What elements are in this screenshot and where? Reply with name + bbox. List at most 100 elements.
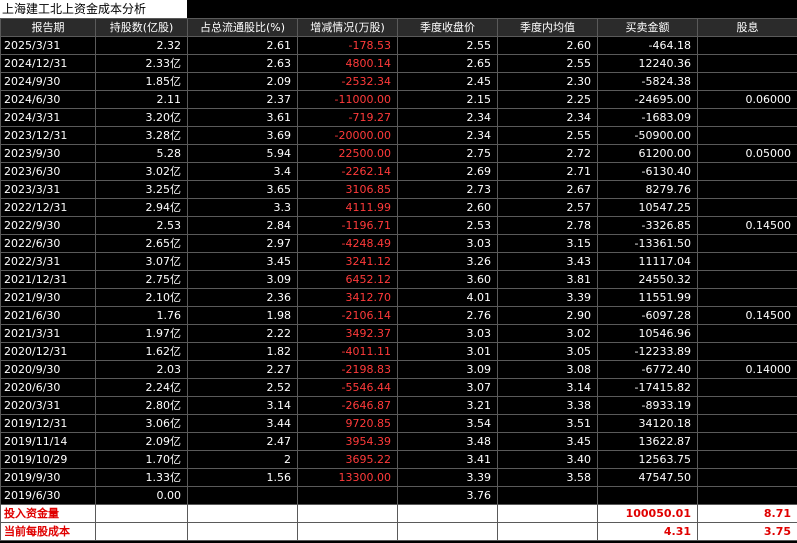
report-date-cell[interactable]: 2019/10/29 (0, 450, 96, 469)
amount-cell[interactable]: -464.18 (597, 36, 698, 55)
close-price-cell[interactable]: 3.60 (397, 270, 498, 289)
ratio-cell[interactable]: 2.22 (187, 324, 298, 343)
ratio-cell[interactable]: 3.65 (187, 180, 298, 199)
amount-cell[interactable]: -13361.50 (597, 234, 698, 253)
column-header[interactable]: 占总流通股比(%) (187, 18, 298, 37)
avg-price-cell[interactable]: 2.25 (497, 90, 598, 109)
dividend-cell[interactable] (697, 414, 797, 433)
ratio-cell[interactable]: 1.82 (187, 342, 298, 361)
report-date-cell[interactable]: 2022/6/30 (0, 234, 96, 253)
table-row[interactable]: 2019/6/30 0.00 3.76 (0, 486, 797, 505)
change-cell[interactable]: -11000.00 (297, 90, 398, 109)
close-price-cell[interactable]: 2.53 (397, 216, 498, 235)
shares-cell[interactable]: 1.62亿 (95, 342, 188, 361)
change-cell[interactable]: -2106.14 (297, 306, 398, 325)
shares-cell[interactable]: 2.24亿 (95, 378, 188, 397)
column-header[interactable]: 股息 (697, 18, 797, 37)
dividend-cell[interactable] (697, 468, 797, 487)
ratio-cell[interactable]: 2.52 (187, 378, 298, 397)
ratio-cell[interactable]: 2.27 (187, 360, 298, 379)
close-price-cell[interactable]: 2.76 (397, 306, 498, 325)
amount-cell[interactable]: 12240.36 (597, 54, 698, 73)
change-cell[interactable]: 13300.00 (297, 468, 398, 487)
shares-cell[interactable]: 0.00 (95, 486, 188, 505)
close-price-cell[interactable]: 3.54 (397, 414, 498, 433)
report-date-cell[interactable]: 2023/3/31 (0, 180, 96, 199)
amount-cell[interactable]: 24550.32 (597, 270, 698, 289)
report-date-cell[interactable]: 2020/3/31 (0, 396, 96, 415)
table-row[interactable]: 2023/12/31 3.28亿 3.69 -20000.00 2.34 2.55 -509… (0, 126, 797, 145)
avg-price-cell[interactable]: 3.45 (497, 432, 598, 451)
close-price-cell[interactable]: 2.69 (397, 162, 498, 181)
change-cell[interactable]: -4248.49 (297, 234, 398, 253)
shares-cell[interactable]: 1.70亿 (95, 450, 188, 469)
amount-cell[interactable]: -3326.85 (597, 216, 698, 235)
shares-cell[interactable]: 3.25亿 (95, 180, 188, 199)
close-price-cell[interactable]: 3.21 (397, 396, 498, 415)
table-row[interactable]: 2019/9/30 1.33亿 1.56 13300.00 3.39 3.58 47547.… (0, 468, 797, 487)
amount-cell[interactable]: -17415.82 (597, 378, 698, 397)
change-cell[interactable]: 3412.70 (297, 288, 398, 307)
change-cell[interactable] (297, 486, 398, 505)
report-date-cell[interactable]: 2021/3/31 (0, 324, 96, 343)
amount-cell[interactable]: -6097.28 (597, 306, 698, 325)
avg-price-cell[interactable]: 3.05 (497, 342, 598, 361)
ratio-cell[interactable]: 2.09 (187, 72, 298, 91)
table-row[interactable]: 2024/6/30 2.11 2.37 -11000.00 2.15 2.25 -24695… (0, 90, 797, 109)
close-price-cell[interactable]: 3.01 (397, 342, 498, 361)
amount-cell[interactable]: 10547.25 (597, 198, 698, 217)
change-cell[interactable]: 3954.39 (297, 432, 398, 451)
ratio-cell[interactable]: 3.4 (187, 162, 298, 181)
ratio-cell[interactable]: 3.69 (187, 126, 298, 145)
table-row[interactable]: 2023/9/30 5.28 5.94 22500.00 2.75 2.72 61200.0… (0, 144, 797, 163)
table-row[interactable]: 2022/9/30 2.53 2.84 -1196.71 2.53 2.78 -3326.8… (0, 216, 797, 235)
report-date-cell[interactable]: 2023/12/31 (0, 126, 96, 145)
avg-price-cell[interactable]: 3.15 (497, 234, 598, 253)
shares-cell[interactable]: 2.10亿 (95, 288, 188, 307)
change-cell[interactable]: -20000.00 (297, 126, 398, 145)
shares-cell[interactable]: 2.09亿 (95, 432, 188, 451)
amount-cell[interactable]: -5824.38 (597, 72, 698, 91)
close-price-cell[interactable]: 2.73 (397, 180, 498, 199)
ratio-cell[interactable]: 2.84 (187, 216, 298, 235)
column-header[interactable]: 增减情况(万股) (297, 18, 398, 37)
avg-price-cell[interactable]: 2.55 (497, 126, 598, 145)
ratio-cell[interactable]: 1.56 (187, 468, 298, 487)
amount-cell[interactable]: -8933.19 (597, 396, 698, 415)
report-date-cell[interactable]: 2020/6/30 (0, 378, 96, 397)
amount-cell[interactable]: 11551.99 (597, 288, 698, 307)
avg-price-cell[interactable]: 2.71 (497, 162, 598, 181)
ratio-cell[interactable]: 3.14 (187, 396, 298, 415)
change-cell[interactable]: 3492.37 (297, 324, 398, 343)
change-cell[interactable]: -2532.34 (297, 72, 398, 91)
ratio-cell[interactable]: 2.36 (187, 288, 298, 307)
close-price-cell[interactable]: 3.41 (397, 450, 498, 469)
shares-cell[interactable]: 2.32 (95, 36, 188, 55)
dividend-cell[interactable] (697, 36, 797, 55)
ratio-cell[interactable]: 2.37 (187, 90, 298, 109)
dividend-cell[interactable] (697, 108, 797, 127)
avg-price-cell[interactable]: 3.40 (497, 450, 598, 469)
dividend-cell[interactable] (697, 432, 797, 451)
ratio-cell[interactable]: 5.94 (187, 144, 298, 163)
dividend-cell[interactable]: 0.06000 (697, 90, 797, 109)
change-cell[interactable]: 4111.99 (297, 198, 398, 217)
report-date-cell[interactable]: 2021/9/30 (0, 288, 96, 307)
dividend-cell[interactable] (697, 198, 797, 217)
change-cell[interactable]: -2198.83 (297, 360, 398, 379)
close-price-cell[interactable]: 2.75 (397, 144, 498, 163)
report-date-cell[interactable]: 2022/9/30 (0, 216, 96, 235)
ratio-cell[interactable]: 3.61 (187, 108, 298, 127)
amount-cell[interactable]: -50900.00 (597, 126, 698, 145)
table-row[interactable]: 2022/12/31 2.94亿 3.3 4111.99 2.60 2.57 10547.2… (0, 198, 797, 217)
table-row[interactable]: 2019/10/29 1.70亿 2 3695.22 3.41 3.40 12563.75 (0, 450, 797, 469)
avg-price-cell[interactable]: 3.02 (497, 324, 598, 343)
amount-cell[interactable]: -1683.09 (597, 108, 698, 127)
close-price-cell[interactable]: 2.60 (397, 198, 498, 217)
report-date-cell[interactable]: 2024/6/30 (0, 90, 96, 109)
avg-price-cell[interactable]: 3.08 (497, 360, 598, 379)
change-cell[interactable]: 3241.12 (297, 252, 398, 271)
column-header[interactable]: 季度内均值 (497, 18, 598, 37)
ratio-cell[interactable]: 2 (187, 450, 298, 469)
avg-price-cell[interactable]: 2.78 (497, 216, 598, 235)
